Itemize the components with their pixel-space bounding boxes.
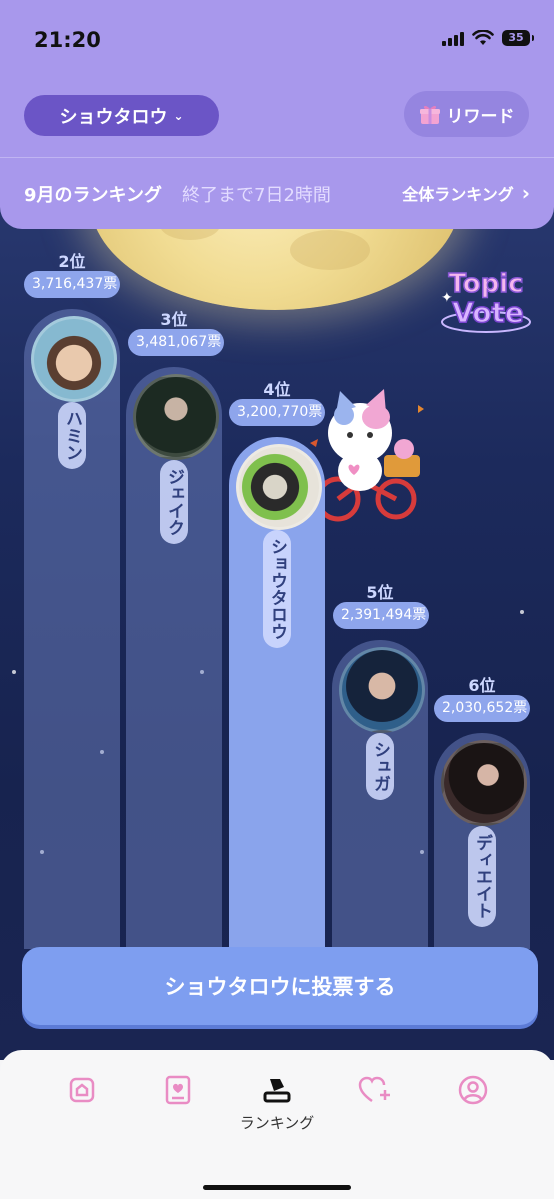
svg-text:✦: ✦	[441, 290, 453, 306]
month-ranking-title: 9月のランキング	[24, 185, 162, 206]
tab-card[interactable]	[158, 1070, 198, 1110]
tab-bar: ランキング	[0, 1050, 554, 1199]
tab-profile[interactable]	[453, 1070, 493, 1110]
topic-vote-line1: Topic	[448, 269, 523, 299]
rank-label: 4位	[263, 380, 291, 399]
all-ranking-label: 全体ランキング	[402, 185, 514, 204]
avatar	[31, 316, 117, 402]
ranking-screen: 21:20 35 ショウタロウ ⌄ リワード 9月のランキング 終了まで7日2時…	[0, 0, 554, 1199]
artist-name: ディエイト	[468, 826, 496, 927]
avatar	[441, 740, 527, 826]
home-icon	[69, 1077, 95, 1103]
gift-icon	[419, 105, 440, 124]
rank-label: 5位	[366, 583, 394, 602]
chevron-right-icon: ›	[521, 181, 530, 205]
avatar	[339, 647, 425, 733]
wifi-icon	[472, 30, 494, 45]
heart-plus-icon	[358, 1076, 390, 1103]
profile-icon	[458, 1075, 488, 1105]
rank-label: 6位	[468, 676, 496, 695]
status-bar: 21:20 35	[0, 0, 554, 80]
vote-count: 3,481,067票	[128, 329, 224, 356]
rank-label: 3位	[160, 310, 188, 329]
vote-count: 3,200,770票	[229, 399, 325, 426]
status-icons: 35	[442, 30, 534, 46]
vote-button[interactable]: ショウタロウに投票する	[22, 947, 538, 1025]
artist-name: シュガ	[366, 733, 394, 800]
artist-selector-label: ショウタロウ	[59, 106, 168, 128]
battery-icon: 35	[502, 30, 534, 46]
header: 21:20 35 ショウタロウ ⌄ リワード 9月のランキング 終了まで7日2時…	[0, 0, 554, 229]
artist-selector[interactable]: ショウタロウ ⌄	[24, 95, 219, 136]
vote-count: 2,391,494票	[333, 602, 429, 629]
home-indicator	[203, 1185, 351, 1190]
ranking-icon	[263, 1079, 291, 1103]
reward-button[interactable]: リワード	[404, 91, 529, 137]
all-ranking-link[interactable]: 全体ランキング ›	[402, 181, 530, 205]
tab-home[interactable]	[62, 1070, 102, 1110]
countdown-text: 終了まで7日2時間	[182, 185, 331, 206]
chevron-down-icon: ⌄	[173, 108, 184, 123]
artist-name: ショウタロウ	[263, 530, 291, 648]
reward-label: リワード	[446, 106, 515, 127]
status-time: 21:20	[34, 28, 101, 52]
artist-name: ハミン	[58, 402, 86, 469]
rank-label: 2位	[58, 252, 86, 271]
vote-count: 3,716,437票	[24, 271, 120, 298]
avatar	[133, 374, 219, 460]
vote-count: 2,030,652票	[434, 695, 530, 722]
active-tab-label: ランキング	[239, 1114, 315, 1132]
topic-vote-line2: Vote	[452, 296, 524, 329]
avatar	[236, 444, 322, 530]
tab-ranking[interactable]	[257, 1070, 297, 1110]
artist-name: ジェイク	[160, 460, 188, 544]
tab-favorites[interactable]	[355, 1070, 395, 1110]
topic-vote-badge: Topic Vote ✦	[441, 268, 531, 333]
header-divider	[0, 157, 554, 158]
signal-icon	[442, 30, 464, 46]
card-icon	[165, 1075, 191, 1105]
